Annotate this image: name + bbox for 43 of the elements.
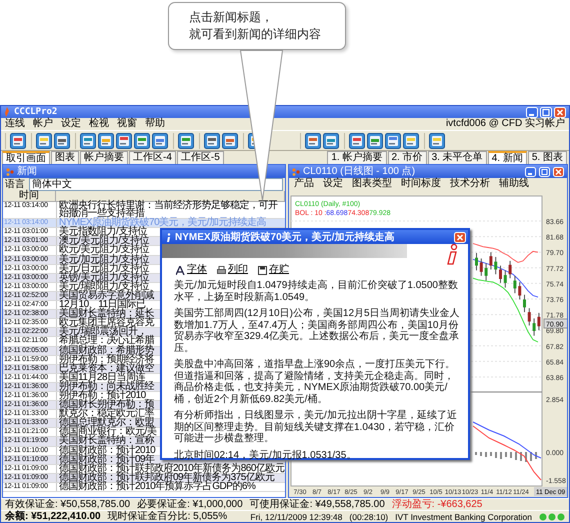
status-elapsed: (00:28:10) xyxy=(349,512,388,522)
language-label: 语言 xyxy=(5,178,25,190)
status-text: 有效保证金: ¥50,558,785.00 xyxy=(5,500,130,510)
news-title-cell-text: 巴克莱资本：建议做空 xyxy=(58,364,154,373)
news-title-cell-text: 德国总理默克尔：欧盟 xyxy=(58,419,154,428)
news-title-cell-text: 美元指数阻力/支持位 xyxy=(58,228,147,236)
news-title-cell-text: 德国财政部：预计联邦政府2010年新债务为860亿欧元 xyxy=(58,464,284,473)
news-title-cell-text: 美国贸易赤字意外削减 xyxy=(58,292,154,300)
news-title-cell-text: 美元/瑞郎阻力/支持位 xyxy=(58,282,150,291)
status-text: 可使用保证金: ¥49,558,785.00 xyxy=(250,500,385,510)
callout-text: 点击新闻标题， xyxy=(189,9,273,26)
news-title-cell-text: 德国财长朔伊布勒：预 xyxy=(58,401,154,410)
status-text: 浮动盈亏: -¥663,625 xyxy=(392,500,482,510)
news-title-cell-text: 美国财长盖特纳：宣称 xyxy=(58,437,154,446)
news-title-cell-text: 欧元集团主席容克容克 xyxy=(58,319,154,328)
news-title-cell-text: 朔伊布勒：尚未战胜经 xyxy=(58,382,154,391)
callout-text: 就可看到新闻的详细内容 xyxy=(189,26,321,43)
status-company: IVT Investment Banking Corporation xyxy=(395,512,532,522)
news-title-cell-text: 德国财政部：希腊形势 xyxy=(58,346,154,355)
news-title-cell-text: 德国财政部：预计2010 xyxy=(58,446,156,455)
news-title-cell-text: 美国11月28日当周连 xyxy=(58,374,146,382)
news-title-cell-text: 英镑/美元阻力/支持位 xyxy=(58,274,150,282)
balance-text: 余额: ¥51,222,410.00 xyxy=(5,512,101,522)
news-title-cell-text: 美元/瑞郎震荡回升， xyxy=(58,328,147,336)
news-title-cell-text: 美元/日元阻力/支持位 xyxy=(58,264,150,273)
news-title-cell-text: 德国财政部：预计09年 xyxy=(58,456,155,464)
status-text: 必要保证金: ¥1,000,000 xyxy=(137,500,243,510)
news-title-cell-text: 澳元/美元阻力/支持位 xyxy=(58,237,150,246)
news-title-cell-text: 默克尔：稳定欧元汇率 xyxy=(58,410,154,418)
news-title-cell-text: NYMEX原油期货跌破70美元，美元/加元持续走高 xyxy=(58,219,266,228)
window-title: CCCLPro2 xyxy=(14,107,58,118)
status-text: 现时保证金百分比: 5,055% xyxy=(108,512,228,522)
status-datetime: Fri, 12/11/2009 12:39:48 xyxy=(250,512,342,522)
chart-window-title: CL0110 (日线图 - 100 点) xyxy=(303,165,416,178)
news-title-cell-text: 德国商业银行：欧元/美 xyxy=(58,428,156,436)
news-title-cell-text: 希腊总理：决心让希腊 xyxy=(58,337,154,346)
news-title-cell-text: 欧元/美元阻力/支持位 xyxy=(58,246,150,255)
news-title-cell-text: 朔伊布勒：预期经济将 xyxy=(58,356,154,364)
news-title-cell-text: 德国财政部：预计2010年预算赤字占GDP的6% xyxy=(58,482,256,491)
news-window-title: 新闻 xyxy=(17,165,37,178)
account-label: ivtcfd006 @ CFD 实习帐户 xyxy=(446,118,565,130)
news-title-cell-text: 德国财政部：预计联邦政府09年新债务为375亿欧元 xyxy=(58,474,274,482)
news-title-cell-text: 美元/加元阻力/支持位 xyxy=(58,256,150,264)
